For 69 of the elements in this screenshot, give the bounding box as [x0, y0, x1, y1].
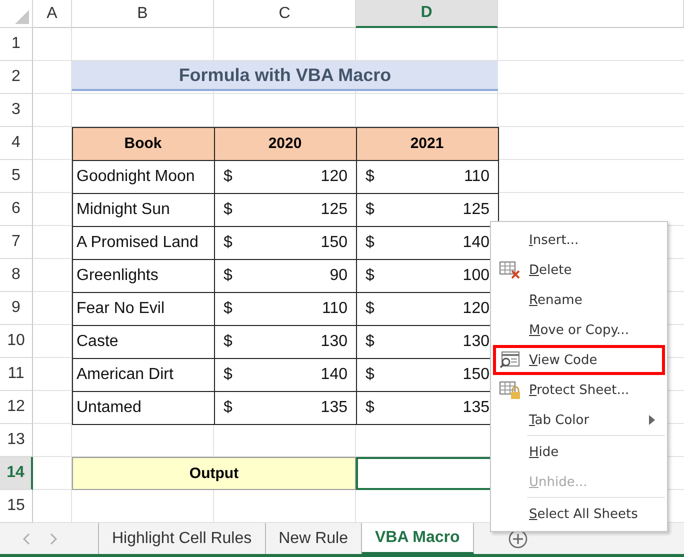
currency-symbol: $: [224, 168, 232, 186]
column-header[interactable]: C: [214, 0, 356, 28]
sheet-tab[interactable]: VBA Macro: [362, 523, 474, 554]
menu-item[interactable]: Rename: [493, 285, 665, 315]
code-window-icon: [499, 350, 521, 370]
currency-symbol: $: [224, 398, 232, 416]
table-cell: 90: [330, 266, 348, 284]
table-cell: Midnight Sun: [76, 200, 170, 218]
column-header[interactable]: B: [72, 0, 214, 28]
table-cell: Greenlights: [76, 266, 158, 284]
menu-item[interactable]: Hide: [493, 435, 665, 467]
table-header-cell: 2020: [214, 126, 356, 160]
submenu-arrow-icon: [649, 415, 655, 425]
menu-item[interactable]: Move or Copy...: [493, 315, 665, 345]
table-cell: Fear No Evil: [76, 300, 165, 318]
menu-item[interactable]: Insert...: [493, 225, 665, 255]
table-cell: 150: [320, 234, 348, 252]
table-cell: Caste: [76, 332, 118, 350]
sheet-tab[interactable]: Highlight Cell Rules: [99, 523, 266, 554]
currency-symbol: $: [224, 300, 232, 318]
table-cell: 140: [462, 234, 490, 252]
menu-item[interactable]: Select All Sheets: [493, 497, 665, 529]
currency-symbol: $: [224, 200, 232, 218]
grid-lock-icon: [499, 380, 521, 400]
currency-symbol: $: [224, 332, 232, 350]
table-cell: 125: [462, 200, 490, 218]
output-label: Output: [72, 457, 356, 490]
menu-item[interactable]: Tab Color: [493, 405, 665, 435]
currency-symbol: $: [366, 398, 374, 416]
table-cell: 110: [464, 168, 490, 186]
currency-symbol: $: [366, 168, 374, 186]
currency-symbol: $: [224, 366, 232, 384]
table-cell: 135: [462, 398, 490, 416]
row-header[interactable]: 14: [0, 457, 33, 490]
table-cell: American Dirt: [76, 366, 174, 384]
currency-symbol: $: [224, 234, 232, 252]
table-cell: 135: [320, 398, 348, 416]
sheet-title: Formula with VBA Macro: [72, 61, 498, 91]
table-cell: Goodnight Moon: [76, 168, 195, 186]
table-header-cell: 2021: [356, 126, 498, 160]
previous-sheet-icon[interactable]: [22, 532, 32, 544]
column-header[interactable]: [498, 0, 684, 28]
column-header[interactable]: A: [33, 0, 72, 28]
table-cell: Untamed: [76, 398, 142, 416]
table-cell: 125: [320, 200, 348, 218]
table-cell: 100: [462, 266, 490, 284]
table-cell: 120: [462, 300, 490, 318]
currency-symbol: $: [366, 266, 374, 284]
table-cell: 150: [462, 366, 490, 384]
menu-item[interactable]: Delete: [493, 255, 665, 285]
currency-symbol: $: [366, 200, 374, 218]
grid-delete-icon: [499, 260, 521, 280]
table-cell: 120: [320, 168, 348, 186]
currency-symbol: $: [366, 366, 374, 384]
currency-symbol: $: [366, 300, 374, 318]
menu-item[interactable]: Protect Sheet...: [493, 375, 665, 405]
menu-item[interactable]: View Code: [493, 345, 665, 375]
next-sheet-icon[interactable]: [48, 532, 58, 544]
select-all-icon[interactable]: [15, 10, 29, 24]
table-cell: 130: [462, 332, 490, 350]
table-cell: 130: [320, 332, 348, 350]
table-cell: 140: [320, 366, 348, 384]
column-header[interactable]: D: [356, 0, 498, 28]
currency-symbol: $: [366, 332, 374, 350]
currency-symbol: $: [366, 234, 374, 252]
table-cell: A Promised Land: [76, 234, 198, 252]
currency-symbol: $: [224, 266, 232, 284]
table-cell: 110: [322, 300, 348, 318]
table-header-cell: Book: [72, 126, 214, 160]
